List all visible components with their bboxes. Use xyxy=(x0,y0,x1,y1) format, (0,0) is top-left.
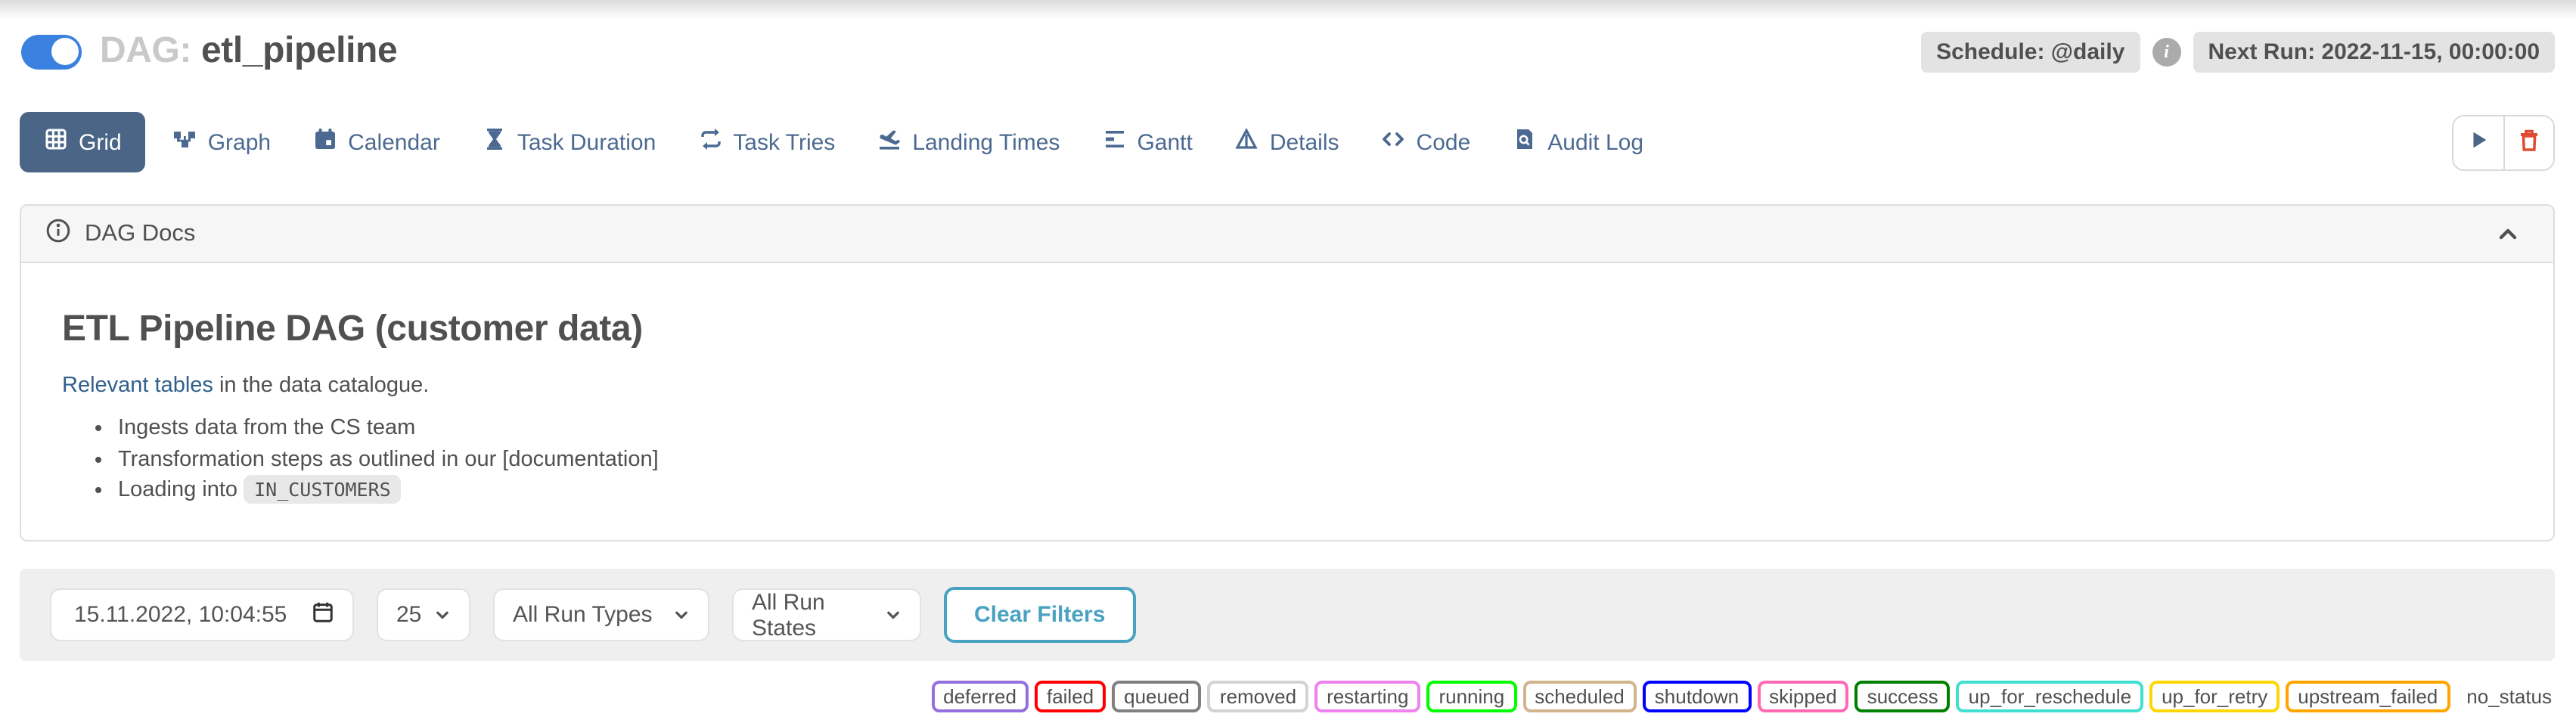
list-item: Transformation steps as outlined in our … xyxy=(118,447,2512,471)
status-badge[interactable]: failed xyxy=(1035,680,1106,712)
dag-docs-content: ETL Pipeline DAG (customer data) Relevan… xyxy=(21,263,2553,502)
trigger-dag-button[interactable] xyxy=(2453,116,2503,169)
graph-icon xyxy=(173,127,197,157)
run-filter-bar: 15.11.2022, 10:04:55 25 All Run Types Al… xyxy=(20,569,2555,661)
dag-header: DAG: etl_pipeline Schedule: @daily i Nex… xyxy=(21,30,2555,73)
state-legend: deferred failed queued removed restartin… xyxy=(931,679,2552,712)
grid-icon xyxy=(44,127,68,157)
base-date-input[interactable]: 15.11.2022, 10:04:55 xyxy=(50,588,354,641)
gantt-bars-icon xyxy=(1102,127,1126,157)
docs-intro: Relevant tables in the data catalogue. xyxy=(62,374,2512,398)
docs-intro-text: in the data catalogue. xyxy=(213,374,429,398)
code-chip: IN_CUSTOMERS xyxy=(244,475,402,504)
chevron-up-icon[interactable] xyxy=(2496,222,2520,246)
status-badge[interactable]: upstream_failed xyxy=(2286,680,2450,712)
tab-label: Calendar xyxy=(348,129,440,155)
tab-grid[interactable]: Grid xyxy=(20,112,146,172)
status-badge[interactable]: scheduled xyxy=(1522,680,1637,712)
docs-bullet-list: Ingests data from the CS team Transforma… xyxy=(62,416,2512,502)
dag-docs-title: DAG Docs xyxy=(85,220,195,247)
chevron-down-icon xyxy=(885,607,902,623)
tab-details[interactable]: Details xyxy=(1214,112,1361,172)
top-shadow xyxy=(0,0,2576,20)
list-item: Loading into IN_CUSTOMERS xyxy=(118,478,2512,502)
header-badges: Schedule: @daily i Next Run: 2022-11-15,… xyxy=(1921,31,2555,72)
code-brackets-icon xyxy=(1382,127,1406,157)
tab-task-duration[interactable]: Task Duration xyxy=(461,112,677,172)
dag-prefix-label: DAG: xyxy=(100,30,191,71)
plane-landing-icon xyxy=(877,127,902,157)
hourglass-icon xyxy=(483,127,507,157)
toggle-knob xyxy=(51,38,78,65)
dag-name: etl_pipeline xyxy=(201,30,397,71)
status-badge[interactable]: running xyxy=(1426,680,1516,712)
tab-audit-log[interactable]: Audit Log xyxy=(1491,112,1665,172)
tab-label: Audit Log xyxy=(1547,129,1643,155)
tab-label: Details xyxy=(1270,129,1339,155)
tab-label: Grid xyxy=(79,129,122,155)
status-badge[interactable]: queued xyxy=(1112,680,1202,712)
tab-label: Code xyxy=(1417,129,1471,155)
bullet-text: Loading into xyxy=(118,478,244,502)
chevron-down-icon xyxy=(673,607,690,623)
tab-label: Gantt xyxy=(1137,129,1192,155)
file-search-icon xyxy=(1513,127,1537,157)
status-badge[interactable]: up_for_reschedule xyxy=(1957,680,2143,712)
status-badge[interactable]: removed xyxy=(1208,680,1308,712)
view-tabs: Grid Graph Calendar Task Duration Task T… xyxy=(20,112,2555,172)
triangle-icon xyxy=(1235,127,1259,157)
tab-task-tries[interactable]: Task Tries xyxy=(677,112,856,172)
calendar-icon xyxy=(313,127,337,157)
dag-pause-toggle[interactable] xyxy=(21,34,82,69)
play-icon xyxy=(2467,129,2490,156)
tab-landing-times[interactable]: Landing Times xyxy=(856,112,1081,172)
page-size-value: 25 xyxy=(396,602,421,628)
info-outline-icon xyxy=(45,217,71,250)
schedule-badge: Schedule: @daily xyxy=(1921,31,2140,72)
status-badge[interactable]: restarting xyxy=(1314,680,1420,712)
status-badge[interactable]: up_for_retry xyxy=(2149,680,2280,712)
chevron-down-icon xyxy=(434,607,451,623)
run-states-select[interactable]: All Run States xyxy=(732,588,921,641)
repeat-icon xyxy=(698,127,722,157)
tab-code[interactable]: Code xyxy=(1361,112,1492,172)
list-item: Ingests data from the CS team xyxy=(118,416,2512,440)
next-run-badge: Next Run: 2022-11-15, 00:00:00 xyxy=(2193,31,2555,72)
dag-action-buttons xyxy=(2452,114,2555,170)
run-types-select[interactable]: All Run Types xyxy=(493,588,709,641)
tab-calendar[interactable]: Calendar xyxy=(292,112,461,172)
trash-icon xyxy=(2517,128,2541,157)
relevant-tables-link[interactable]: Relevant tables xyxy=(62,374,213,398)
no-status-label: no_status xyxy=(2466,684,2552,707)
page-title: DAG: etl_pipeline xyxy=(100,30,397,73)
tab-label: Landing Times xyxy=(912,129,1060,155)
clear-filters-button[interactable]: Clear Filters xyxy=(944,587,1135,643)
status-badge[interactable]: shutdown xyxy=(1643,680,1751,712)
calendar-picker-icon[interactable] xyxy=(312,600,334,629)
schedule-info-icon[interactable]: i xyxy=(2152,37,2180,66)
airflow-dag-page: DAG: etl_pipeline Schedule: @daily i Nex… xyxy=(0,0,2576,723)
tab-gantt[interactable]: Gantt xyxy=(1081,112,1213,172)
docs-heading: ETL Pipeline DAG (customer data) xyxy=(62,309,2512,351)
date-value: 15.11.2022, 10:04:55 xyxy=(74,602,287,628)
tab-label: Graph xyxy=(208,129,271,155)
status-badge[interactable]: success xyxy=(1855,680,1951,712)
dag-docs-panel: DAG Docs ETL Pipeline DAG (customer data… xyxy=(20,204,2555,541)
run-types-value: All Run Types xyxy=(513,602,653,628)
page-size-select[interactable]: 25 xyxy=(377,588,470,641)
delete-dag-button[interactable] xyxy=(2503,116,2553,169)
tab-label: Task Duration xyxy=(517,129,656,155)
tab-label: Task Tries xyxy=(733,129,835,155)
tab-graph[interactable]: Graph xyxy=(152,112,292,172)
status-badge[interactable]: skipped xyxy=(1757,680,1849,712)
run-states-value: All Run States xyxy=(752,589,873,641)
status-badge[interactable]: deferred xyxy=(931,680,1029,712)
dag-docs-header[interactable]: DAG Docs xyxy=(21,206,2553,263)
